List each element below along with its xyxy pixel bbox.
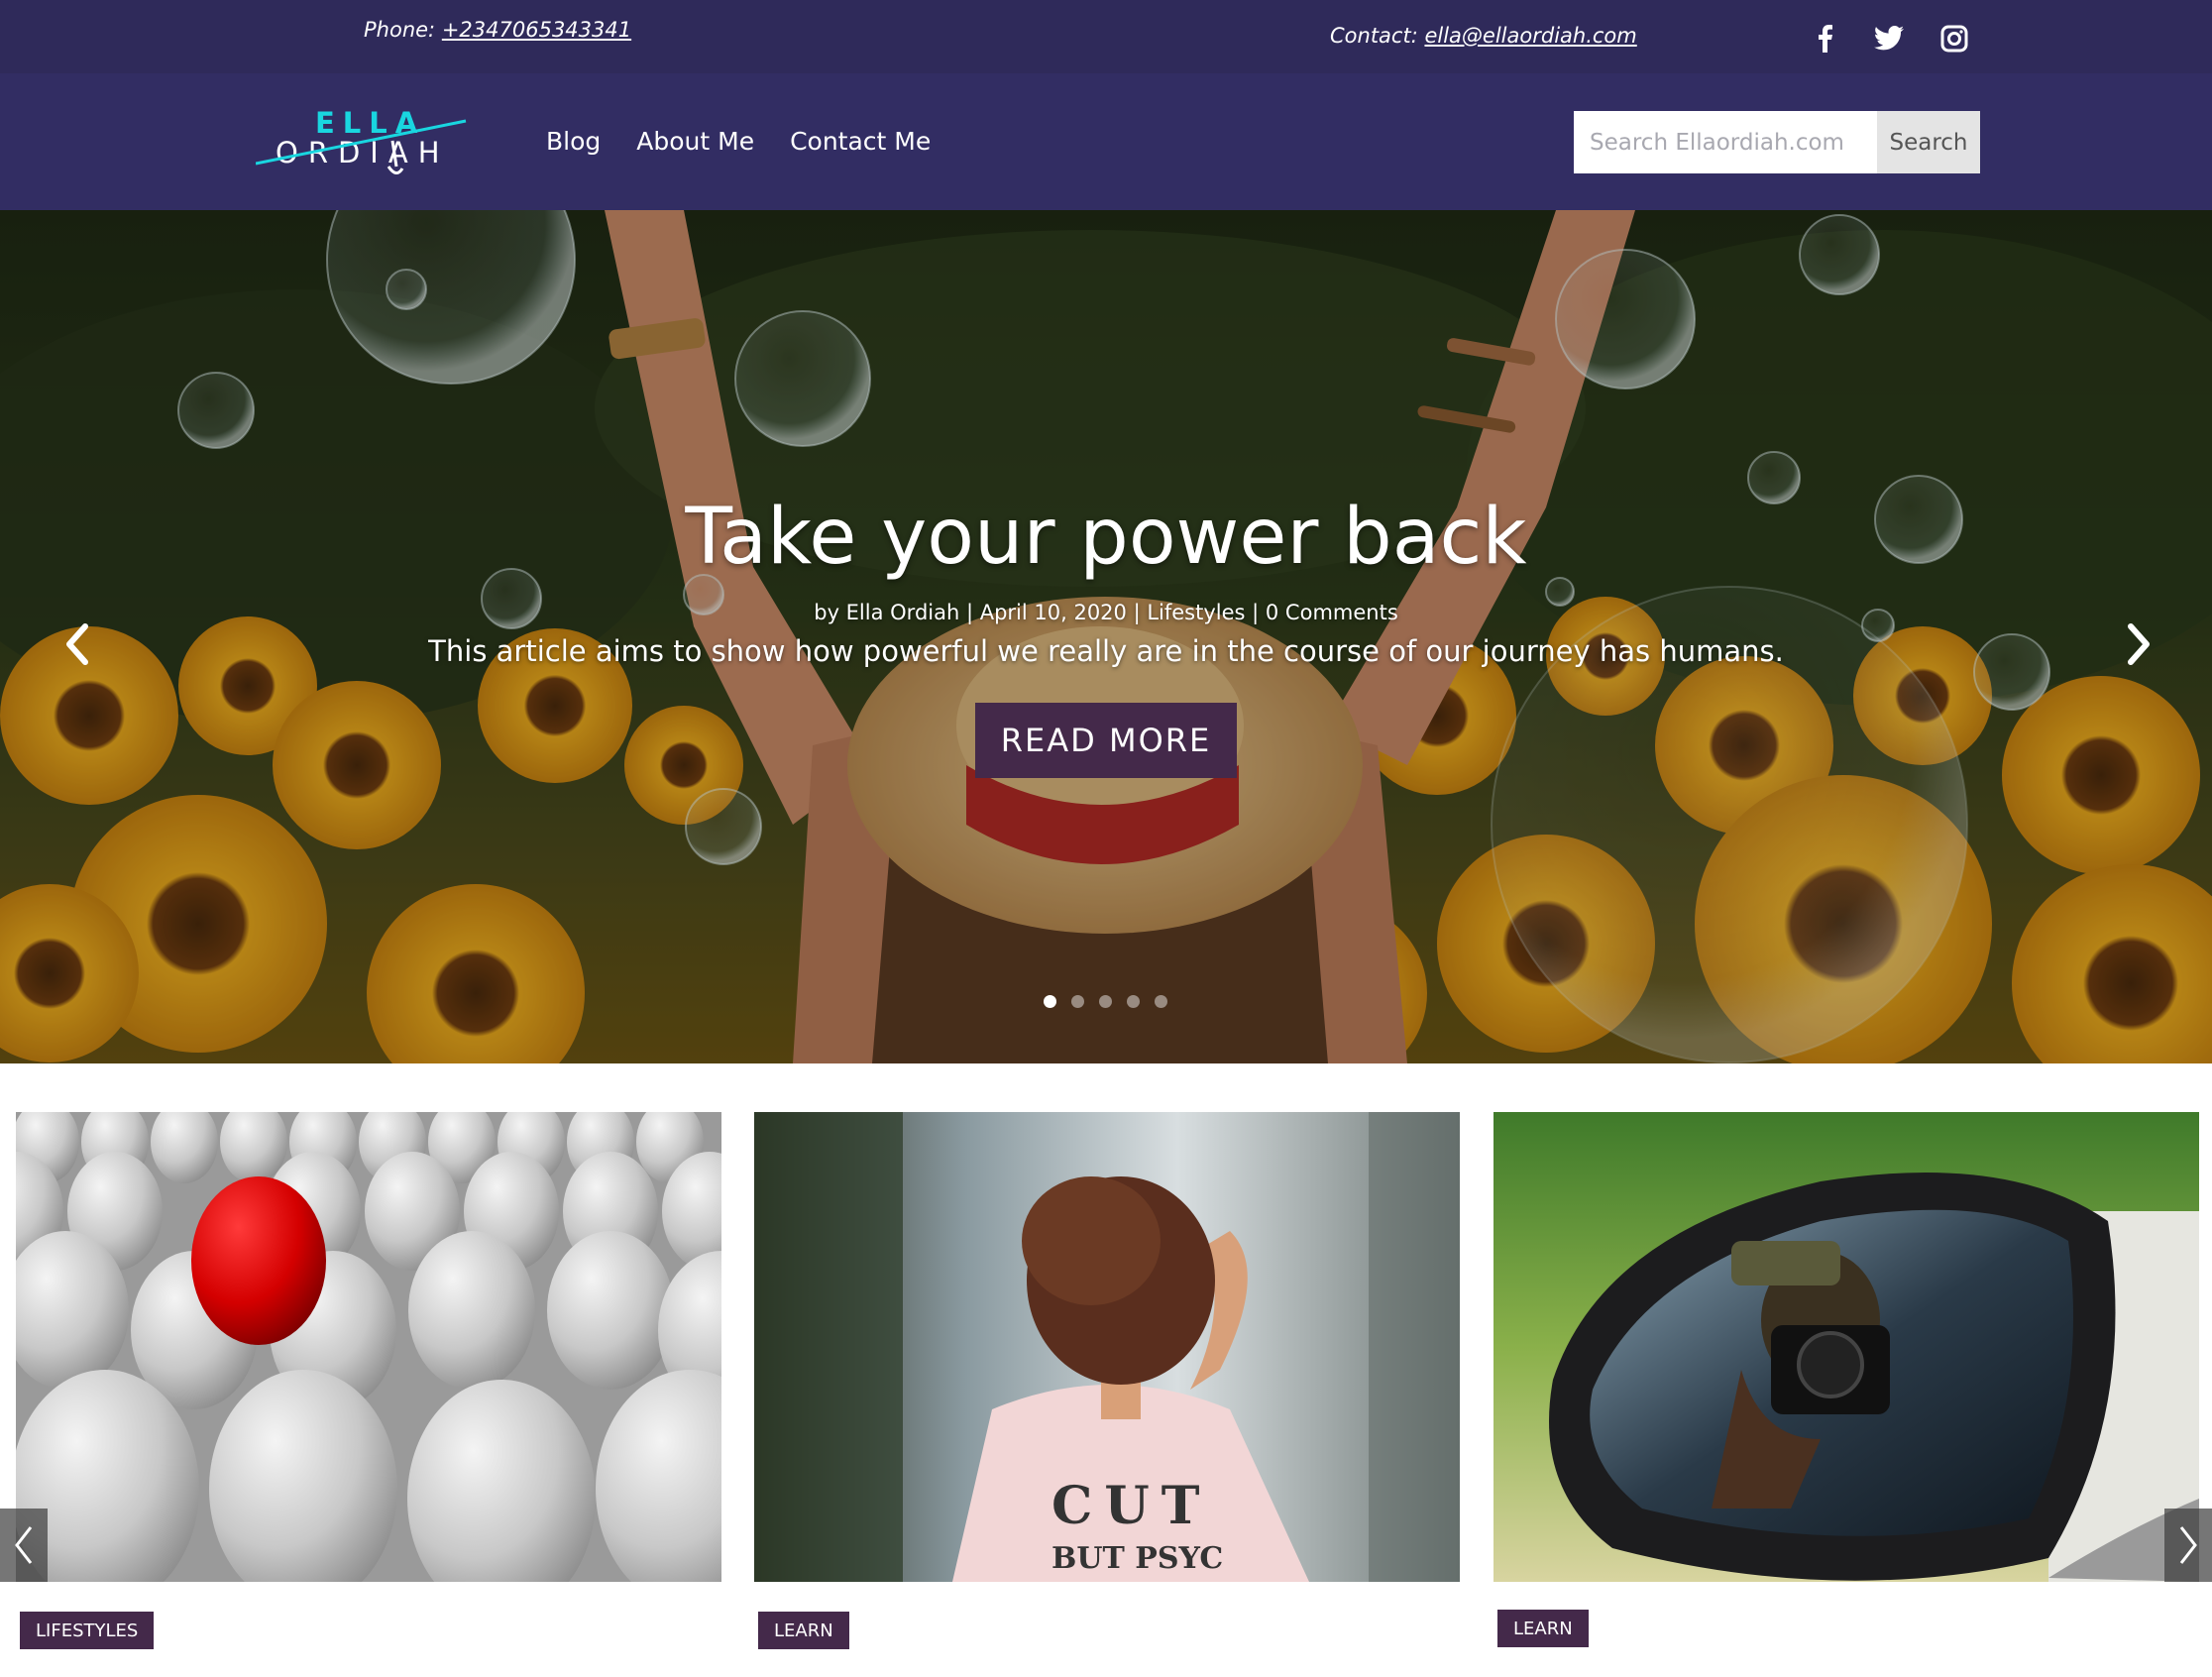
contact-info: Contact: ella@ellaordiah.com	[1330, 24, 1637, 48]
nav-contact-me[interactable]: Contact Me	[790, 127, 931, 156]
hero-post-meta: by Ella Ordiah | April 10, 2020 | Lifest…	[814, 601, 1398, 624]
logo-top-text: ELLA	[315, 106, 425, 140]
email-link[interactable]: ella@ellaordiah.com	[1424, 24, 1636, 48]
hero-title: Take your power back	[685, 493, 1527, 582]
post-image-car-mirror[interactable]	[1493, 1112, 2199, 1582]
post-image-woman-waterfall[interactable]: CUT BUT PSYC	[754, 1112, 1460, 1582]
post-card[interactable]: LEARN	[1493, 1112, 2199, 1677]
hero-prev-arrow-icon[interactable]	[52, 615, 101, 674]
search-input[interactable]	[1574, 111, 1877, 173]
contact-label: Contact:	[1330, 24, 1418, 48]
search-form: Search	[1574, 111, 1980, 173]
hero-slider: Take your power back by Ella Ordiah | Ap…	[0, 210, 2212, 1063]
twitter-icon[interactable]	[1872, 22, 1906, 56]
main-nav: Blog About Me Contact Me	[546, 127, 931, 156]
hero-dot[interactable]	[1155, 995, 1167, 1008]
posts-prev-arrow-icon[interactable]	[0, 1509, 48, 1582]
facebook-icon[interactable]	[1809, 22, 1842, 56]
category-badge[interactable]: LEARN	[1497, 1610, 1589, 1647]
svg-text:BUT PSYC: BUT PSYC	[1051, 1541, 1223, 1576]
nav-about-me[interactable]: About Me	[636, 127, 754, 156]
posts-next-arrow-icon[interactable]	[2164, 1509, 2212, 1582]
hero-dot[interactable]	[1071, 995, 1084, 1008]
instagram-icon[interactable]	[1937, 22, 1971, 56]
hero-next-arrow-icon[interactable]	[2115, 615, 2164, 674]
site-logo[interactable]: ELLA ORDIAH	[255, 103, 476, 186]
hero-excerpt: This article aims to show how powerful w…	[428, 634, 1784, 668]
hero-dot[interactable]	[1044, 995, 1056, 1008]
hero-dot[interactable]	[1127, 995, 1140, 1008]
hero-pagination	[1044, 995, 1167, 1008]
nav-blog[interactable]: Blog	[546, 127, 601, 156]
category-badge[interactable]: LEARN	[758, 1612, 849, 1649]
post-image-eggs[interactable]	[16, 1112, 721, 1582]
svg-text:CUT: CUT	[1051, 1476, 1211, 1536]
hero-dot[interactable]	[1099, 995, 1112, 1008]
post-card[interactable]: CUT BUT PSYC LEARN	[754, 1112, 1460, 1677]
phone-info: Phone: +2347065343341	[364, 18, 631, 42]
read-more-button[interactable]: READ MORE	[975, 703, 1237, 778]
phone-link[interactable]: +2347065343341	[442, 18, 631, 42]
phone-label: Phone:	[364, 18, 436, 42]
top-bar: Phone: +2347065343341 Contact: ella@ella…	[0, 0, 2212, 73]
search-button[interactable]: Search	[1877, 111, 1980, 173]
post-card[interactable]: LIFESTYLES	[16, 1112, 721, 1677]
category-badge[interactable]: LIFESTYLES	[20, 1612, 155, 1649]
